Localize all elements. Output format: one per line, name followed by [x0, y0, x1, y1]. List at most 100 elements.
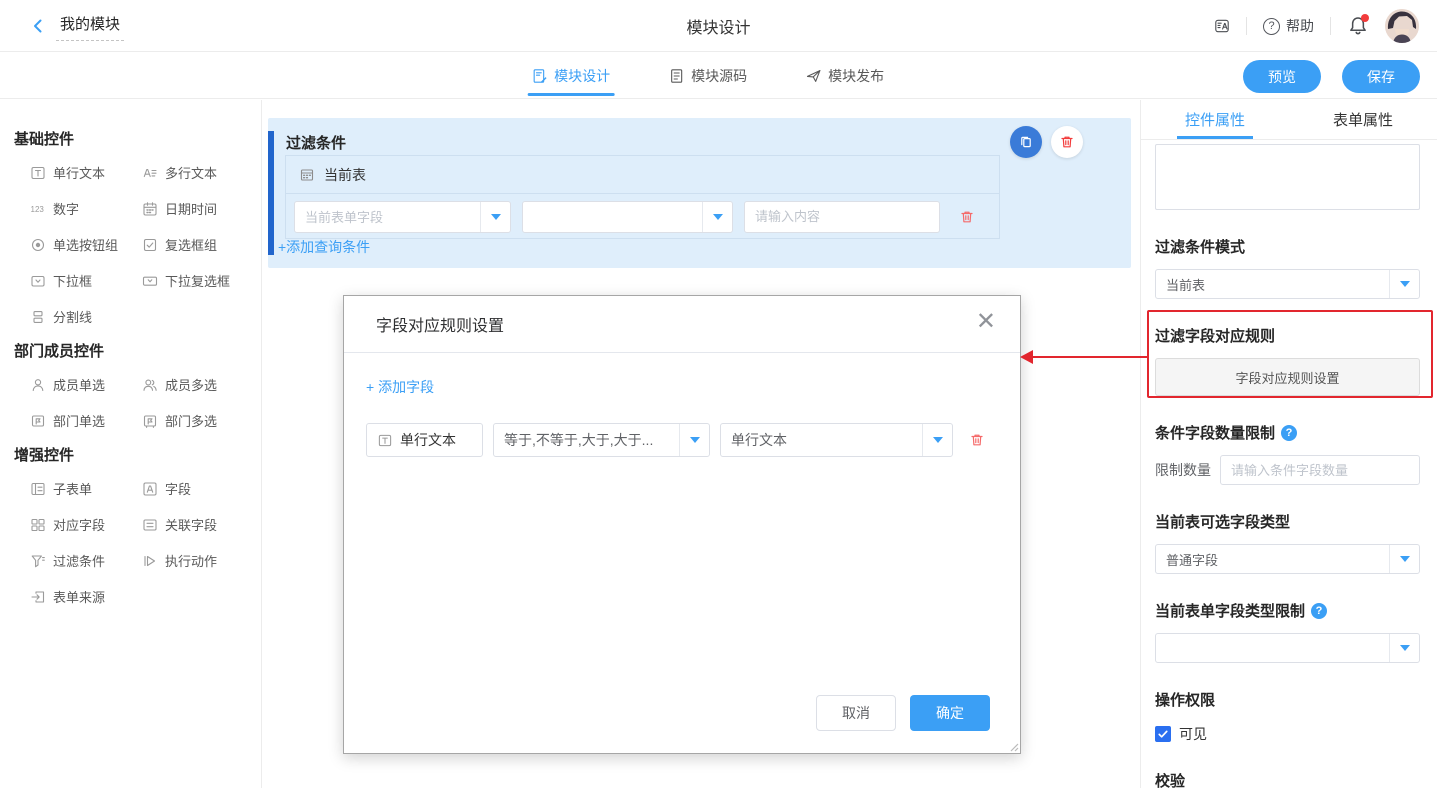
dialog-title: 字段对应规则设置 — [376, 312, 504, 336]
permission-group: 操作权限 可见 — [1155, 689, 1420, 744]
widget-dept-single[interactable]: 部门单选 — [30, 411, 142, 430]
caret-box — [702, 202, 732, 232]
operator-select[interactable] — [522, 201, 733, 233]
widget-label: 单选按钮组 — [53, 235, 118, 254]
back-button[interactable] — [28, 16, 48, 36]
filter-mode-select[interactable]: 当前表 — [1155, 269, 1420, 299]
tab-module-publish[interactable]: 模块发布 — [801, 53, 888, 99]
multi-select-icon — [142, 273, 158, 289]
app-root: 我的模块 模块设计 ? 帮助 — [0, 0, 1437, 788]
visible-checkbox-row[interactable]: 可见 — [1155, 724, 1420, 744]
caret-box — [1389, 270, 1419, 298]
copy-icon — [1018, 134, 1034, 150]
multi-line-text-icon — [142, 165, 158, 181]
help-label: 帮助 — [1286, 16, 1314, 36]
delete-condition-button[interactable] — [959, 209, 975, 225]
target-field-value: 单行文本 — [721, 430, 922, 450]
tab-form-properties[interactable]: 表单属性 — [1289, 100, 1437, 139]
help-circle-icon[interactable]: ? — [1311, 603, 1327, 619]
target-field-select[interactable]: 单行文本 — [720, 423, 953, 457]
language-icon[interactable] — [1214, 15, 1230, 37]
avatar[interactable] — [1385, 9, 1419, 43]
operator-multi-select[interactable]: 等于,不等于,大于,大于... — [493, 423, 710, 457]
question-circle-icon: ? — [1263, 18, 1280, 35]
widget-single-line-text[interactable]: 单行文本 — [30, 163, 142, 182]
value-input[interactable] — [744, 201, 940, 233]
form-source-icon — [30, 589, 46, 605]
field-icon — [142, 481, 158, 497]
widget-mapped-field[interactable]: 对应字段 — [30, 515, 142, 534]
widget-label: 下拉复选框 — [165, 271, 230, 290]
widget-form-source[interactable]: 表单来源 — [30, 587, 142, 606]
widget-label: 部门多选 — [165, 411, 217, 430]
cancel-button[interactable]: 取消 — [816, 695, 896, 731]
validation-label: 校验 — [1155, 770, 1420, 788]
delete-rule-button[interactable] — [969, 432, 985, 448]
widget-label: 多行文本 — [165, 163, 217, 182]
related-field-icon — [142, 517, 158, 533]
properties-panel: 控件属性 表单属性 过滤条件模式 当前表 过滤字段对应规则 字段对应规则设置 条… — [1140, 100, 1437, 788]
tab-module-source[interactable]: 模块源码 — [664, 53, 751, 99]
field-select[interactable]: 当前表单字段 — [294, 201, 511, 233]
caret-box — [922, 424, 952, 456]
widget-datetime[interactable]: 日期时间 — [142, 199, 254, 218]
widget-number[interactable]: 123 数字 — [30, 199, 142, 218]
widget-label: 部门单选 — [53, 411, 105, 430]
dialog-footer: 取消 确定 — [816, 695, 990, 731]
widget-divider[interactable]: 分割线 — [30, 307, 142, 326]
confirm-button[interactable]: 确定 — [910, 695, 990, 731]
limit-count-input[interactable] — [1220, 455, 1420, 485]
field-type-limit-select[interactable] — [1155, 633, 1420, 663]
widget-multi-line-text[interactable]: 多行文本 — [142, 163, 254, 182]
chevron-left-icon — [30, 18, 46, 34]
operator-values: 等于,不等于,大于,大于... — [494, 430, 679, 450]
widget-label: 关联字段 — [165, 515, 217, 534]
tab-widget-properties[interactable]: 控件属性 — [1141, 100, 1289, 139]
widget-select[interactable]: 下拉框 — [30, 271, 142, 290]
filter-condition-widget[interactable]: 过滤条件 当前表 当前表单字段 — [268, 118, 1131, 268]
help-button[interactable]: ? 帮助 — [1263, 16, 1314, 36]
widget-member-multi[interactable]: 成员多选 — [142, 375, 254, 394]
current-table-label: 当前表 — [324, 165, 366, 185]
member-multi-icon — [142, 377, 158, 393]
add-field-link[interactable]: + 添加字段 — [366, 377, 434, 397]
delete-widget-button[interactable] — [1051, 126, 1083, 158]
subbar-buttons: 预览 保存 — [1243, 60, 1420, 93]
widget-action[interactable]: 执行动作 — [142, 551, 254, 570]
source-doc-icon — [668, 68, 684, 84]
datetime-icon — [142, 201, 158, 217]
checkbox-checked-icon[interactable] — [1155, 726, 1171, 742]
help-circle-icon[interactable]: ? — [1281, 425, 1297, 441]
module-name[interactable]: 我的模块 — [56, 10, 124, 41]
field-mapping-rule-dialog: 字段对应规则设置 ✕ + 添加字段 单行文本 等于,不等于,大于,大于... 单… — [343, 295, 1021, 754]
tab-label: 模块发布 — [828, 66, 884, 86]
widget-member-single[interactable]: 成员单选 — [30, 375, 142, 394]
widget-name-box[interactable] — [1155, 144, 1420, 210]
widget-radio-group[interactable]: 单选按钮组 — [30, 235, 142, 254]
selectable-type-select[interactable]: 普通字段 — [1155, 544, 1420, 574]
widget-filter-condition[interactable]: 过滤条件 — [30, 551, 142, 570]
source-field-chip[interactable]: 单行文本 — [366, 423, 483, 457]
widget-field[interactable]: 字段 — [142, 479, 254, 498]
copy-widget-button[interactable] — [1010, 126, 1042, 158]
notification-bell-button[interactable] — [1347, 15, 1369, 37]
tab-module-design[interactable]: 模块设计 — [527, 53, 614, 99]
widget-checkbox-group[interactable]: 复选框组 — [142, 235, 254, 254]
caret-box — [1389, 545, 1419, 573]
resize-gripper[interactable] — [1007, 740, 1019, 752]
widget-label: 单行文本 — [53, 163, 105, 182]
save-button[interactable]: 保存 — [1342, 60, 1420, 93]
checkbox-group-icon — [142, 237, 158, 253]
widget-related-field[interactable]: 关联字段 — [142, 515, 254, 534]
mapping-rule-settings-button[interactable]: 字段对应规则设置 — [1155, 358, 1420, 396]
preview-button[interactable]: 预览 — [1243, 60, 1321, 93]
widget-dept-multi[interactable]: 部门多选 — [142, 411, 254, 430]
add-query-condition-link[interactable]: +添加查询条件 — [278, 237, 370, 257]
widget-subform[interactable]: 子表单 — [30, 479, 142, 498]
selectable-type-value: 普通字段 — [1156, 550, 1389, 569]
selected-widget-accent-bar — [268, 131, 274, 255]
radio-group-icon — [30, 237, 46, 253]
close-icon[interactable]: ✕ — [976, 310, 996, 334]
table-icon — [299, 167, 315, 183]
widget-multi-select[interactable]: 下拉复选框 — [142, 271, 254, 290]
